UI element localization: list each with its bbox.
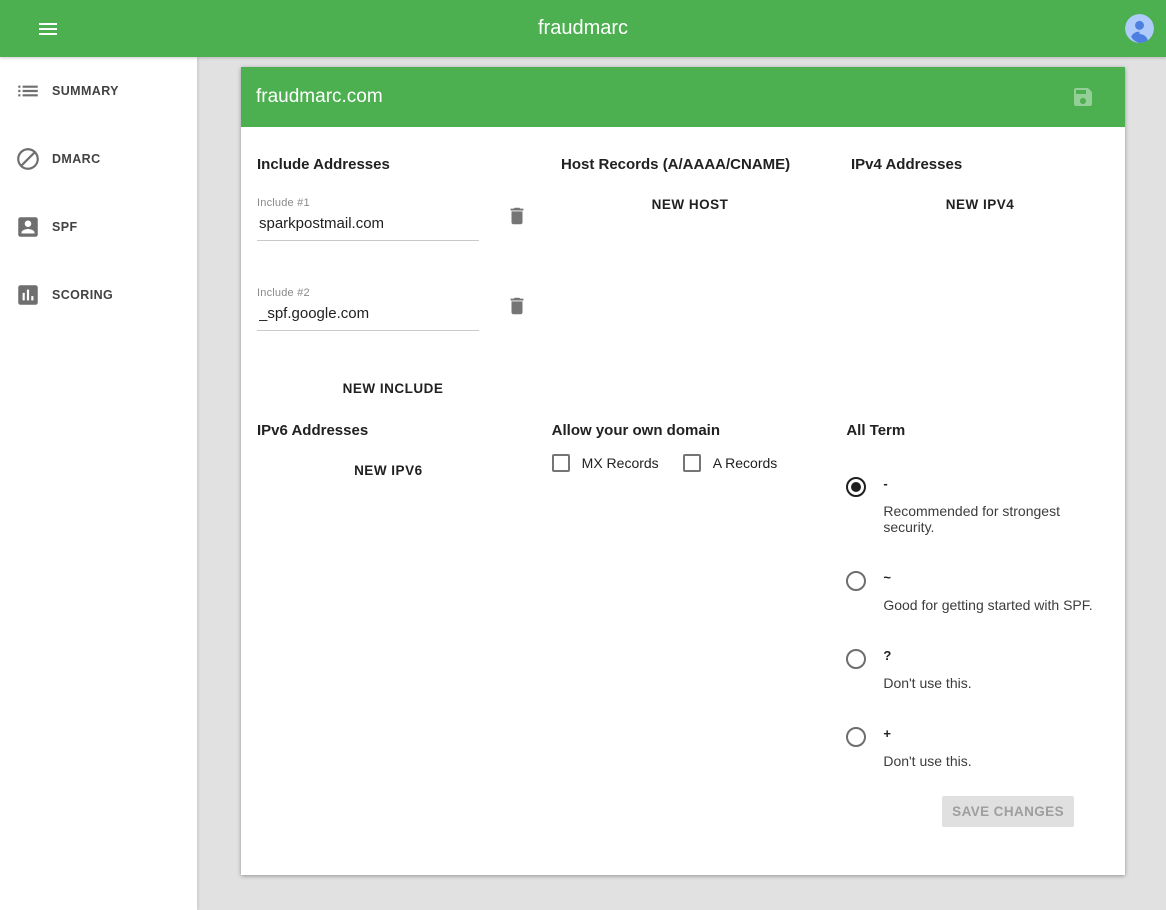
radio-option-texts: + Don't use this. [883,727,971,769]
delete-include-2-button[interactable] [505,295,529,319]
new-host-button[interactable]: NEW HOST [638,187,743,222]
include-field-2-label: Include #2 [257,287,479,299]
own-domain-section: Allow your own domain MX Records A Recor… [536,406,831,805]
hamburger-menu-icon [36,17,60,41]
mx-records-checkbox[interactable] [552,454,570,472]
domain-settings-card: fraudmarc.com Include Addresses Include … [241,67,1125,875]
include-field-row-2: Include #2 [257,287,529,331]
list-icon [15,78,41,104]
include-field-row-1: Include #1 [257,197,529,241]
settings-row-1: Include Addresses Include #1 Include #2 [241,127,1125,406]
include-field-1-input[interactable] [257,209,479,241]
all-term-section: All Term - Recommended for strongest sec… [830,406,1125,805]
include-field-2-input[interactable] [257,299,479,331]
settings-row-2: IPv6 Addresses NEW IPV6 Allow your own d… [241,406,1125,805]
include-addresses-section: Include Addresses Include #1 Include #2 [241,127,545,406]
ipv4-addresses-heading: IPv4 Addresses [851,156,1109,173]
own-domain-checkboxes: MX Records A Records [552,454,815,472]
include-field-1-label: Include #1 [257,197,479,209]
own-domain-heading: Allow your own domain [552,422,815,439]
a-records-checkbox[interactable] [683,454,701,472]
a-records-checkbox-group[interactable]: A Records [683,454,778,472]
new-ipv6-wrap: NEW IPV6 [257,453,520,488]
radio-unselected-icon[interactable] [846,571,866,591]
bar-chart-icon [15,282,41,308]
sidebar-item-label: DMARC [52,152,101,166]
sidebar-item-label: SUMMARY [52,84,119,98]
all-term-option-pass[interactable]: + Don't use this. [846,727,1109,769]
app-title: fraudmarc [0,17,1166,40]
all-term-option-neutral[interactable]: ? Don't use this. [846,649,1109,691]
all-term-description: Good for getting started with SPF. [883,597,1092,613]
radio-selected-icon[interactable] [846,477,866,497]
radio-option-texts: ? Don't use this. [883,649,971,691]
all-term-option-softfail[interactable]: ~ Good for getting started with SPF. [846,571,1109,613]
block-icon [15,146,41,172]
include-field-1: Include #1 [257,197,479,241]
radio-unselected-icon[interactable] [846,727,866,747]
trash-icon [506,295,528,317]
radio-option-texts: ~ Good for getting started with SPF. [883,571,1092,613]
new-include-button[interactable]: NEW INCLUDE [329,371,458,406]
ipv6-addresses-heading: IPv6 Addresses [257,422,520,439]
card-header: fraudmarc.com [241,67,1125,127]
ipv6-addresses-section: IPv6 Addresses NEW IPV6 [241,406,536,805]
sidebar-item-dmarc[interactable]: DMARC [0,125,197,193]
all-term-description: Recommended for strongest security. [883,503,1109,535]
new-ipv6-button[interactable]: NEW IPV6 [340,453,437,488]
host-records-heading: Host Records (A/AAAA/CNAME) [561,156,819,173]
all-term-option-fail[interactable]: - Recommended for strongest security. [846,477,1109,535]
a-records-label: A Records [713,455,778,471]
sidebar-item-scoring[interactable]: SCORING [0,261,197,329]
sidebar-item-spf[interactable]: SPF [0,193,197,261]
all-term-symbol: + [883,727,971,740]
all-term-symbol: ? [883,649,971,662]
all-term-symbol: - [883,477,1109,490]
app-bar: fraudmarc [0,0,1166,57]
account-badge-icon [15,214,41,240]
new-ipv4-wrap: NEW IPV4 [851,187,1109,222]
new-host-wrap: NEW HOST [561,187,819,222]
domain-title: fraudmarc.com [256,86,1071,108]
sidebar-nav: SUMMARY DMARC SPF SCORING [0,57,197,910]
save-icon [1071,85,1095,109]
person-avatar-icon [1125,14,1154,43]
radio-option-texts: - Recommended for strongest security. [883,477,1109,535]
all-term-symbol: ~ [883,571,1092,584]
sidebar-item-label: SPF [52,220,78,234]
ipv4-addresses-section: IPv4 Addresses NEW IPV4 [835,127,1125,406]
new-ipv4-button[interactable]: NEW IPV4 [932,187,1029,222]
mx-records-checkbox-group[interactable]: MX Records [552,454,659,472]
delete-include-1-button[interactable] [505,205,529,229]
all-term-radio-group: - Recommended for strongest security. ~ … [846,477,1109,769]
user-avatar[interactable] [1125,14,1154,43]
all-term-heading: All Term [846,422,1109,439]
sidebar-item-label: SCORING [52,288,113,302]
all-term-description: Don't use this. [883,675,971,691]
include-addresses-heading: Include Addresses [257,156,529,173]
sidebar-item-summary[interactable]: SUMMARY [0,57,197,125]
trash-icon [506,205,528,227]
radio-unselected-icon[interactable] [846,649,866,669]
host-records-section: Host Records (A/AAAA/CNAME) NEW HOST [545,127,835,406]
include-field-2: Include #2 [257,287,479,331]
new-include-wrap: NEW INCLUDE [257,371,529,406]
save-icon-button[interactable] [1071,85,1095,109]
hamburger-menu-button[interactable] [33,14,63,44]
all-term-description: Don't use this. [883,753,971,769]
save-changes-button[interactable]: SAVE CHANGES [942,796,1074,827]
mx-records-label: MX Records [582,455,659,471]
